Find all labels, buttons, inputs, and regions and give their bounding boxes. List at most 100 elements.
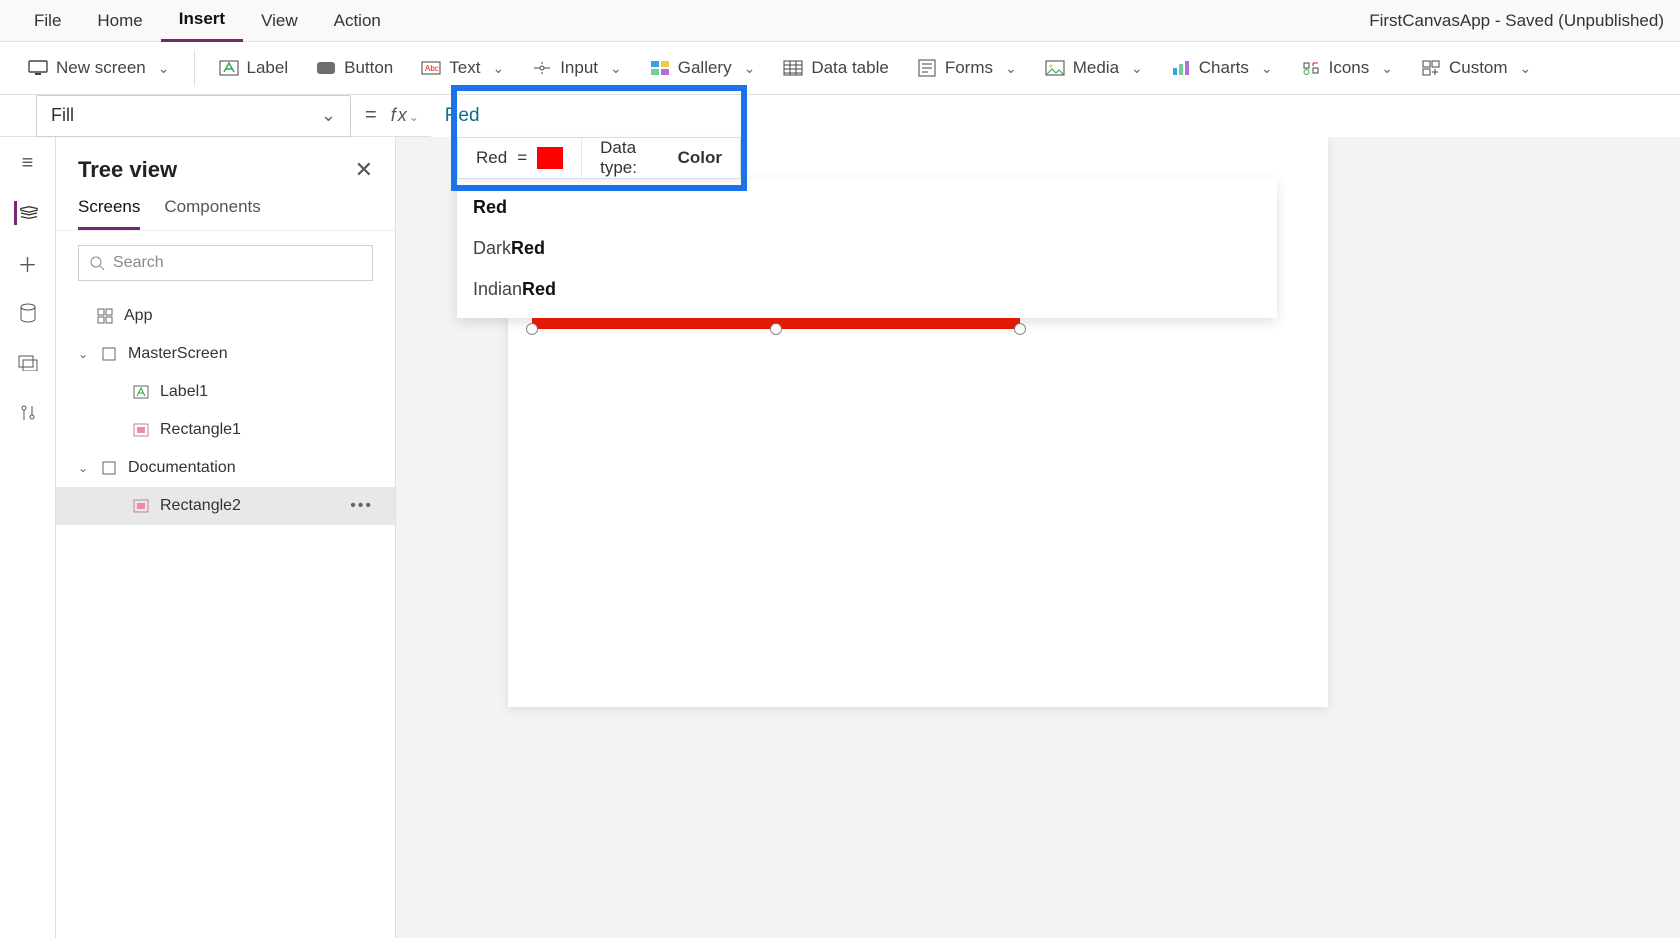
- tree-label: App: [124, 307, 152, 325]
- resize-handle-s[interactable]: [770, 323, 782, 335]
- rail-data-icon[interactable]: [16, 301, 40, 325]
- tree-view-panel: Tree view ✕ Screens Components Search Ap…: [56, 137, 396, 938]
- tree-label: Documentation: [128, 459, 236, 477]
- tree-label: Label1: [160, 383, 208, 401]
- formula-result-tooltip: Red = Data type: Color: [457, 137, 741, 179]
- button-icon: [316, 58, 336, 78]
- left-rail: ≡ ＋: [0, 137, 56, 938]
- tree-node-label1[interactable]: Label1: [56, 373, 395, 411]
- media-button[interactable]: Media: [1033, 52, 1155, 84]
- rail-tools-icon[interactable]: [16, 401, 40, 425]
- text-button[interactable]: Abc Text: [409, 52, 516, 84]
- media-label: Media: [1073, 58, 1119, 78]
- input-label: Input: [560, 58, 598, 78]
- rectangle-icon: [132, 497, 150, 515]
- charts-button[interactable]: Charts: [1159, 52, 1285, 84]
- custom-icon: [1421, 58, 1441, 78]
- app-title: FirstCanvasApp - Saved (Unpublished): [1369, 11, 1664, 31]
- forms-icon: [917, 58, 937, 78]
- data-table-icon: [783, 58, 803, 78]
- tree-search[interactable]: Search: [78, 245, 373, 281]
- tree-node-masterscreen[interactable]: ⌄ MasterScreen: [56, 335, 395, 373]
- svg-text:Abc: Abc: [425, 64, 439, 73]
- tab-components[interactable]: Components: [164, 197, 260, 230]
- tree-label: Rectangle1: [160, 421, 241, 439]
- property-selector[interactable]: Fill: [36, 95, 351, 137]
- rectangle-icon: [132, 421, 150, 439]
- screen-icon: [28, 58, 48, 78]
- icons-label: Icons: [1329, 58, 1370, 78]
- formula-input[interactable]: [431, 95, 1680, 137]
- menu-file[interactable]: File: [16, 0, 79, 42]
- tree-node-app[interactable]: App: [56, 297, 395, 335]
- resize-handle-e[interactable]: [1014, 323, 1026, 335]
- autocomplete-option[interactable]: Red: [457, 187, 1277, 228]
- app-icon: [96, 307, 114, 325]
- gallery-label: Gallery: [678, 58, 732, 78]
- data-table-button[interactable]: Data table: [771, 52, 901, 84]
- label-label: Label: [247, 58, 289, 78]
- top-menu: File Home Insert View Action FirstCanvas…: [0, 0, 1680, 42]
- property-name: Fill: [51, 105, 74, 126]
- rail-media-icon[interactable]: [16, 351, 40, 375]
- autocomplete-option[interactable]: DarkRed: [457, 228, 1277, 269]
- menu-action[interactable]: Action: [316, 0, 399, 42]
- gallery-icon: [650, 58, 670, 78]
- autocomplete-dropdown: Red DarkRed IndianRed: [457, 179, 1277, 318]
- gallery-button[interactable]: Gallery: [638, 52, 768, 84]
- expand-icon[interactable]: ⌄: [78, 347, 90, 361]
- search-placeholder: Search: [113, 254, 164, 272]
- forms-label: Forms: [945, 58, 993, 78]
- equals-sign: =: [351, 104, 391, 127]
- custom-label: Custom: [1449, 58, 1508, 78]
- data-type-label: Data type:: [600, 138, 667, 178]
- more-icon[interactable]: •••: [350, 497, 373, 515]
- close-icon[interactable]: ✕: [355, 157, 373, 183]
- formula-bar: Fill = fx: [0, 95, 1680, 137]
- tree-label: Rectangle2: [160, 497, 241, 515]
- search-icon: [89, 255, 105, 271]
- forms-button[interactable]: Forms: [905, 52, 1029, 84]
- rail-insert-icon[interactable]: ＋: [16, 251, 40, 275]
- color-swatch: [537, 147, 563, 169]
- chevron-down-icon: [321, 105, 336, 126]
- media-icon: [1045, 58, 1065, 78]
- charts-icon: [1171, 58, 1191, 78]
- separator: [194, 50, 195, 86]
- label-button[interactable]: Label: [207, 52, 301, 84]
- data-type-value: Color: [678, 148, 722, 168]
- icons-button[interactable]: Icons: [1289, 52, 1405, 84]
- screen-icon: [100, 459, 118, 477]
- fx-button[interactable]: fx: [391, 105, 431, 126]
- charts-label: Charts: [1199, 58, 1249, 78]
- tree-node-documentation[interactable]: ⌄ Documentation: [56, 449, 395, 487]
- tree-node-rectangle2[interactable]: Rectangle2 •••: [56, 487, 395, 525]
- menu-view[interactable]: View: [243, 0, 316, 42]
- custom-button[interactable]: Custom: [1409, 52, 1543, 84]
- expand-icon[interactable]: ⌄: [78, 461, 90, 475]
- new-screen-label: New screen: [56, 58, 146, 78]
- menu-insert[interactable]: Insert: [161, 0, 243, 42]
- tree-label: MasterScreen: [128, 345, 228, 363]
- rail-hamburger-icon[interactable]: ≡: [16, 151, 40, 175]
- result-name: Red: [476, 148, 507, 168]
- text-label: Text: [449, 58, 480, 78]
- text-icon: Abc: [421, 58, 441, 78]
- input-icon: [532, 58, 552, 78]
- data-table-label: Data table: [811, 58, 889, 78]
- tree-view-title: Tree view: [78, 157, 177, 183]
- button-label: Button: [344, 58, 393, 78]
- input-button[interactable]: Input: [520, 52, 634, 84]
- label-icon: [132, 383, 150, 401]
- label-icon: [219, 58, 239, 78]
- tab-screens[interactable]: Screens: [78, 197, 140, 230]
- tree-node-rectangle1[interactable]: Rectangle1: [56, 411, 395, 449]
- menu-home[interactable]: Home: [79, 0, 160, 42]
- new-screen-button[interactable]: New screen: [16, 52, 182, 84]
- rail-tree-icon[interactable]: [14, 201, 38, 225]
- insert-ribbon: New screen Label Button Abc Text Input G…: [0, 42, 1680, 95]
- button-button[interactable]: Button: [304, 52, 405, 84]
- icons-icon: [1301, 58, 1321, 78]
- autocomplete-option[interactable]: IndianRed: [457, 269, 1277, 310]
- resize-handle-w[interactable]: [526, 323, 538, 335]
